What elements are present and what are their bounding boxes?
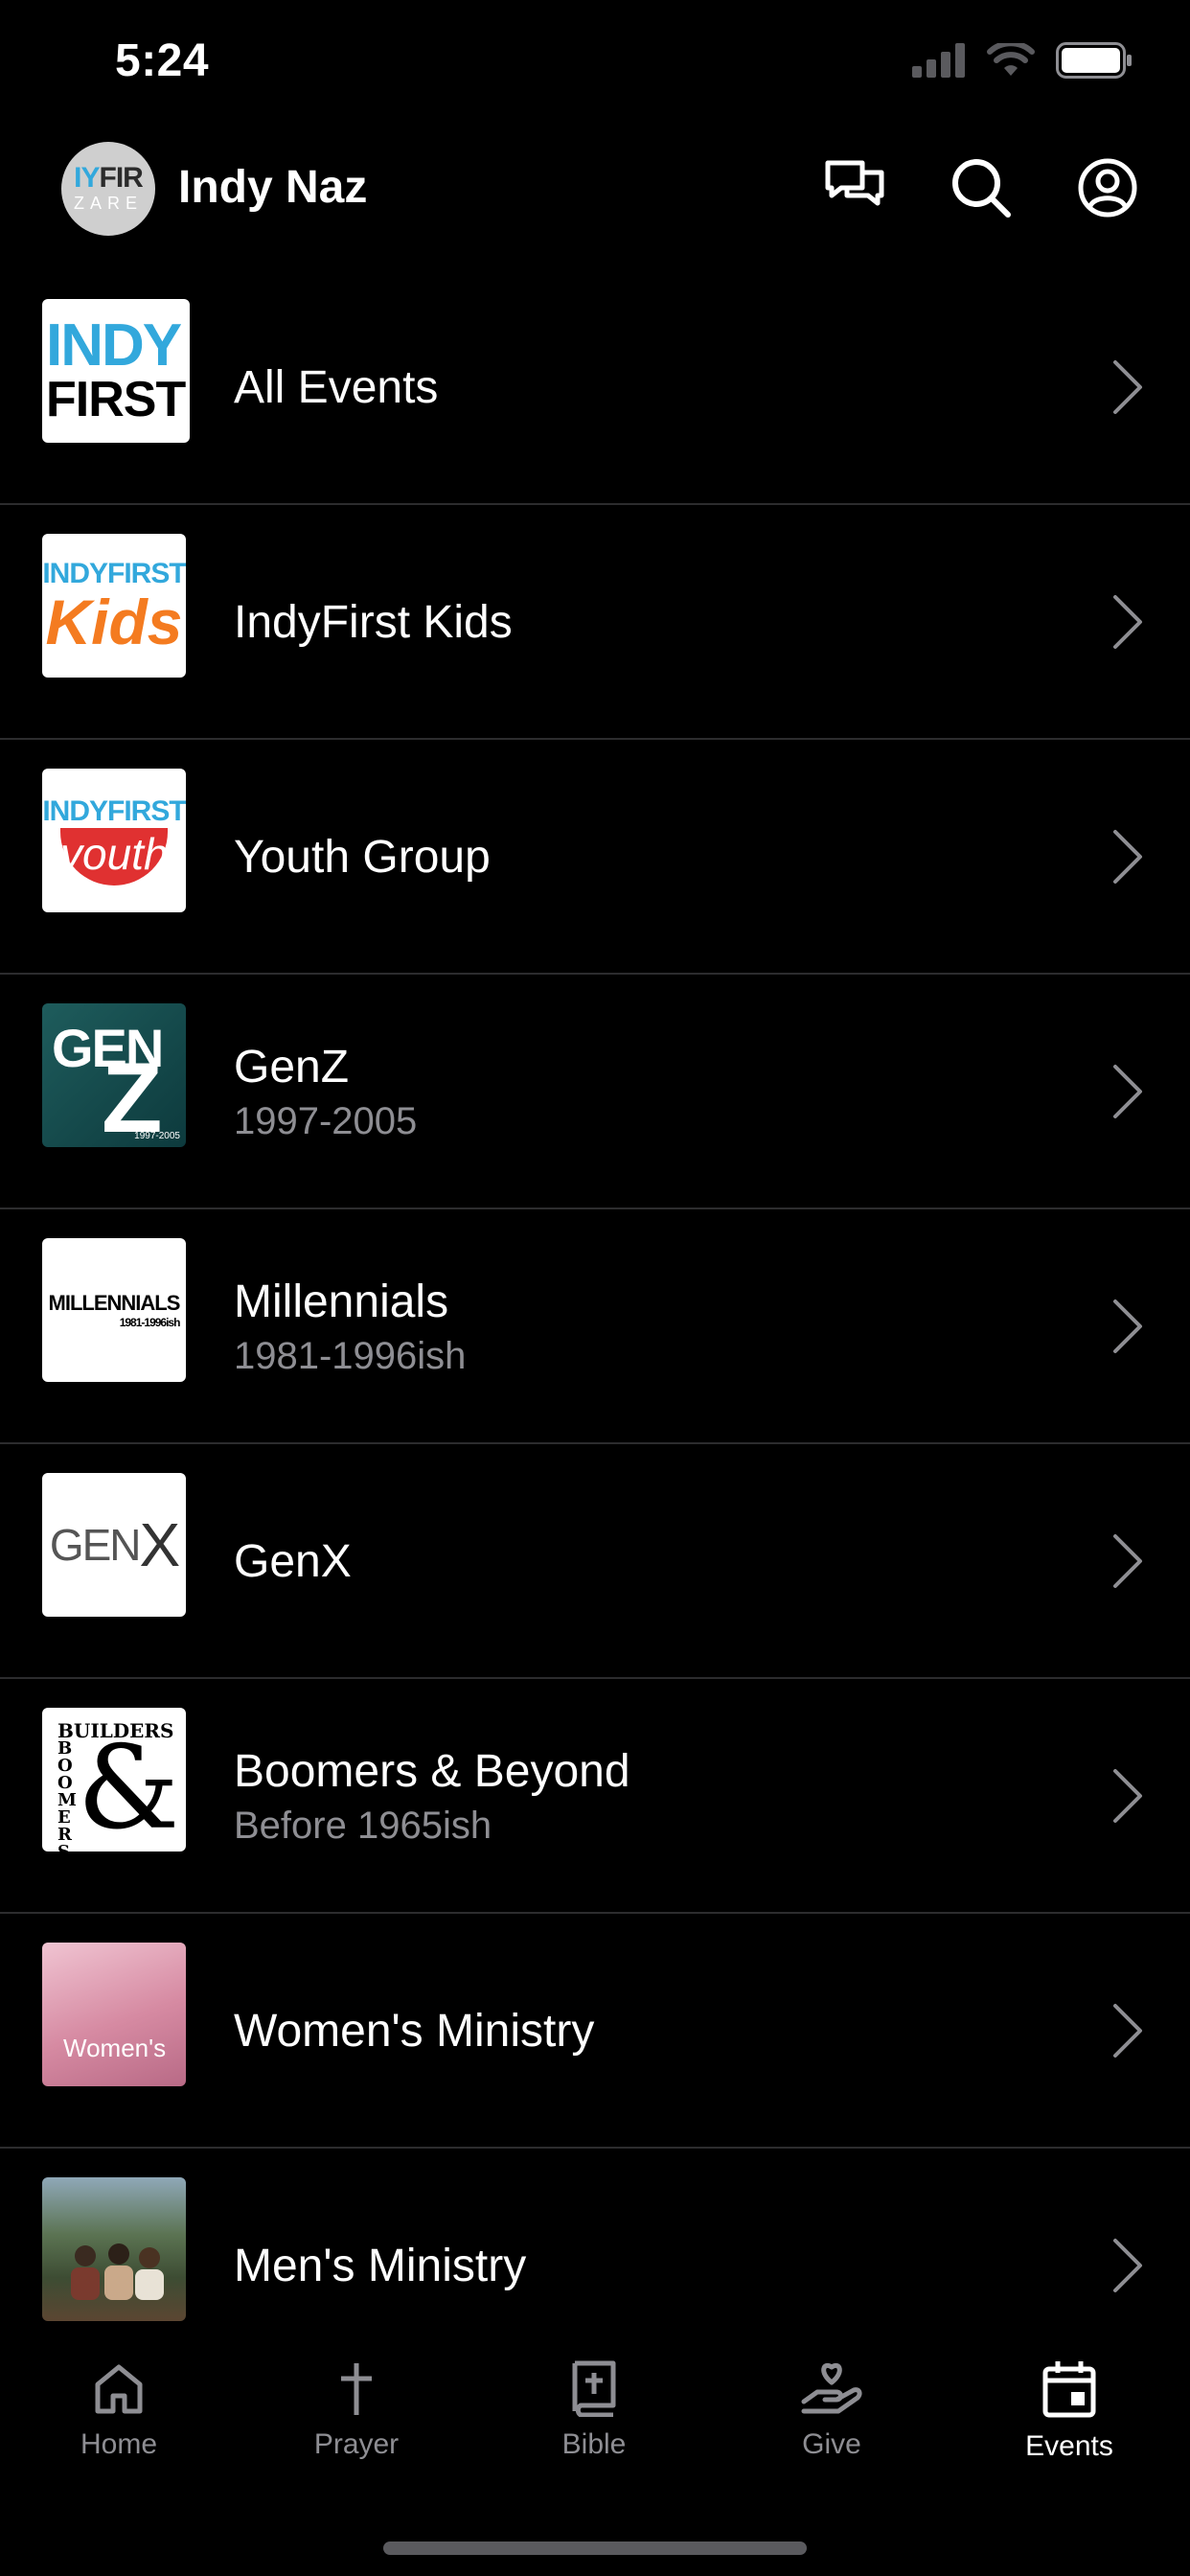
- thumb-text: Women's: [63, 2034, 167, 2062]
- chevron-right-icon: [1113, 360, 1142, 414]
- app-header: IYFIR ZARE Indy Naz: [0, 134, 1190, 288]
- tab-events[interactable]: Events: [993, 2359, 1146, 2463]
- row-text: Millennials 1981-1996ish: [234, 1209, 466, 1444]
- people-silhouettes-image: [71, 2243, 164, 2300]
- chevron-right-icon: [1113, 1534, 1142, 1588]
- tab-bible[interactable]: Bible: [517, 2359, 671, 2461]
- app-title: Indy Naz: [178, 162, 368, 213]
- give-hand-heart-icon: [801, 2363, 862, 2414]
- messages-button[interactable]: [820, 153, 889, 222]
- row-text: Men's Ministry: [234, 2149, 526, 2340]
- chevron-right-icon: [1113, 830, 1142, 884]
- builders-boomers-logo: BUILDERS BOOMERS &: [42, 1708, 186, 1852]
- row-subtitle: 1981-1996ish: [234, 1334, 467, 1377]
- thumb-text: INDYFIRST: [42, 795, 186, 827]
- status-time: 5:24: [115, 35, 210, 86]
- thumb-text: INDYFIRST: [42, 558, 186, 589]
- thumb-text: 1997-2005: [134, 1131, 180, 1141]
- thumb-text: Kids: [45, 586, 183, 657]
- indy-first-logo: INDY FIRST: [42, 299, 190, 443]
- search-button[interactable]: [947, 153, 1016, 222]
- list-item-mens-ministry[interactable]: Men's Ministry: [0, 2149, 1190, 2340]
- mens-ministry-photo: [42, 2177, 186, 2321]
- genx-logo: GEN X: [42, 1473, 186, 1617]
- row-text: IndyFirst Kids: [234, 505, 513, 740]
- chevron-right-icon: [1113, 1065, 1142, 1118]
- row-title: IndyFirst Kids: [234, 596, 513, 648]
- thumb-text: FIRST: [46, 372, 186, 427]
- thumb-text: INDY: [46, 312, 182, 379]
- cellular-signal-icon: [912, 43, 965, 78]
- list-item-indyfirst-kids[interactable]: INDYFIRST Kids IndyFirst Kids: [0, 505, 1190, 740]
- genz-logo: GEN Z 1997-2005: [42, 1003, 186, 1147]
- chevron-right-icon: [1113, 2004, 1142, 2058]
- row-text: GenZ 1997-2005: [234, 975, 417, 1209]
- thumb-text: MILLENNIALS: [48, 1291, 181, 1315]
- chat-bubbles-icon: [825, 160, 884, 206]
- row-subtitle: Before 1965ish: [234, 1804, 492, 1847]
- row-title: GenZ: [234, 1041, 350, 1092]
- cross-icon: [341, 2363, 372, 2415]
- row-text: GenX: [234, 1444, 352, 1679]
- list-item-genx[interactable]: GEN X GenX: [0, 1444, 1190, 1679]
- chevron-right-icon: [1113, 1769, 1142, 1823]
- chevron-right-icon: [1113, 2239, 1142, 2292]
- header-actions: [820, 153, 1142, 222]
- row-text: Youth Group: [234, 740, 491, 975]
- home-icon: [95, 2364, 143, 2414]
- thumb-text: 1981-1996ish: [119, 1316, 181, 1329]
- thumb-text: BOOMERS: [57, 1738, 77, 1852]
- status-bar: 5:24: [0, 0, 1190, 134]
- list-item-boomers-beyond[interactable]: BUILDERS BOOMERS & Boomers & Beyond Befo…: [0, 1679, 1190, 1914]
- millennials-logo: MILLENNIALS 1981-1996ish: [42, 1238, 186, 1382]
- list-item-genz[interactable]: GEN Z 1997-2005 GenZ 1997-2005: [0, 975, 1190, 1209]
- search-icon: [952, 159, 1011, 218]
- row-text: Boomers & Beyond Before 1965ish: [234, 1679, 630, 1914]
- row-title: GenX: [234, 1535, 352, 1587]
- calendar-icon: [1042, 2361, 1096, 2418]
- profile-icon: [1078, 158, 1137, 218]
- tab-label: Events: [1025, 2430, 1113, 2462]
- list-item-womens-ministry[interactable]: Women's Women's Ministry: [0, 1914, 1190, 2149]
- battery-icon: [1056, 42, 1132, 79]
- thumb-text: GEN: [49, 1520, 142, 1570]
- logo-text-top: IYFIR: [74, 162, 144, 194]
- list-item-youth-group[interactable]: INDYFIRST youth Youth Group: [0, 740, 1190, 975]
- chevron-right-icon: [1113, 1300, 1142, 1353]
- row-title: Women's Ministry: [234, 2005, 595, 2057]
- home-indicator: [383, 2542, 807, 2555]
- row-subtitle: 1997-2005: [234, 1099, 418, 1142]
- church-logo[interactable]: IYFIR ZARE: [61, 142, 155, 236]
- tab-give[interactable]: Give: [755, 2359, 908, 2461]
- thumb-text: BUILDERS: [57, 1719, 174, 1742]
- thumb-text: X: [139, 1510, 181, 1579]
- logo-text-bottom: ZARE: [73, 194, 143, 213]
- row-title: All Events: [234, 361, 439, 413]
- wifi-icon: [987, 43, 1035, 76]
- list-item-all-events[interactable]: INDY FIRST All Events: [0, 270, 1190, 505]
- profile-button[interactable]: [1073, 153, 1142, 222]
- bible-icon: [572, 2360, 616, 2417]
- thumb-text: youth: [60, 828, 169, 886]
- tab-label: Bible: [561, 2428, 627, 2460]
- row-text: Women's Ministry: [234, 1914, 594, 2149]
- row-text: All Events: [234, 270, 438, 505]
- status-icons: [912, 42, 1133, 79]
- tab-label: Prayer: [313, 2428, 400, 2460]
- tab-label: Home: [80, 2428, 158, 2460]
- list-item-millennials[interactable]: MILLENNIALS 1981-1996ish Millennials 198…: [0, 1209, 1190, 1444]
- indyfirst-kids-logo: INDYFIRST Kids: [42, 534, 186, 678]
- womens-ministry-photo: Women's: [42, 1943, 186, 2086]
- row-title: Millennials: [234, 1276, 449, 1327]
- row-title: Youth Group: [234, 831, 491, 883]
- indyfirst-youth-logo: INDYFIRST youth: [42, 769, 186, 912]
- tab-home[interactable]: Home: [42, 2359, 195, 2461]
- tab-prayer[interactable]: Prayer: [280, 2359, 433, 2461]
- tab-label: Give: [802, 2428, 861, 2460]
- row-title: Men's Ministry: [234, 2240, 527, 2291]
- row-title: Boomers & Beyond: [234, 1745, 630, 1797]
- events-list: INDY FIRST All Events INDYFIRST Kids Ind…: [0, 270, 1190, 2340]
- chevron-right-icon: [1113, 595, 1142, 649]
